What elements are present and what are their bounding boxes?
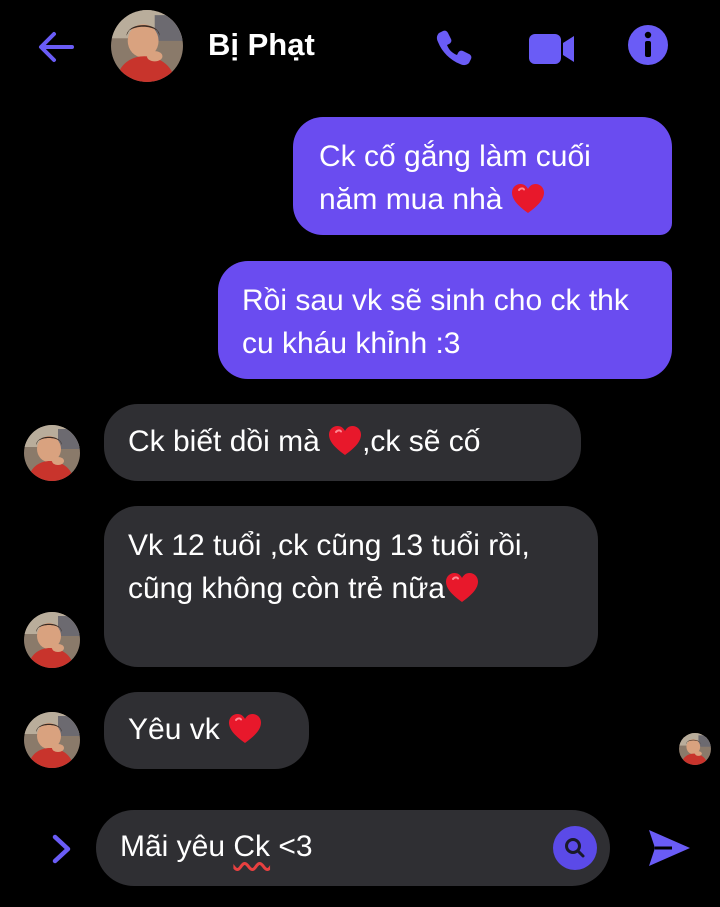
heart-emoji-icon [511,183,545,215]
input-text-part: Mãi yêu [120,830,234,863]
heart-emoji-icon [445,572,479,604]
message-text: Ck biết dồi mà [128,425,329,458]
info-icon[interactable] [627,24,669,66]
avatar[interactable] [24,425,80,481]
chat-header: Bị Phạt [0,0,720,95]
phone-icon[interactable] [434,26,476,68]
avatar[interactable] [24,612,80,668]
contact-name[interactable]: Bị Phạt [208,27,315,63]
message-bubble-incoming[interactable]: Vk 12 tuổi ,ck cũng 13 tuổi rồi, cũng kh… [104,506,598,667]
message-text: Ck cố gắng làm cuối năm mua nhà [319,140,591,216]
input-text-part: <3 [270,830,313,863]
message-text: ,ck sẽ cố [362,425,481,458]
misspelled-word[interactable]: Ck [233,830,270,863]
seen-indicator-avatar [679,733,711,765]
message-bubble-incoming[interactable]: Yêu vk [104,692,309,769]
message-input-text[interactable]: Mãi yêu Ck <3 [120,830,313,864]
message-bubble-outgoing[interactable]: Rồi sau vk sẽ sinh cho ck thk cu kháu kh… [218,261,672,379]
avatar[interactable] [111,10,183,82]
message-bubble-outgoing[interactable]: Ck cố gắng làm cuối năm mua nhà [293,117,672,235]
message-text: Yêu vk [128,713,229,746]
avatar[interactable] [24,712,80,768]
arrow-left-icon[interactable] [36,27,76,67]
send-icon[interactable] [646,826,692,870]
message-bubble-incoming[interactable]: Ck biết dồi mà ,ck sẽ cố [104,404,581,481]
chevron-right-icon[interactable] [48,832,76,866]
search-icon [565,838,585,858]
message-input[interactable]: Mãi yêu Ck <3 [96,810,610,886]
message-text: Rồi sau vk sẽ sinh cho ck thk cu kháu kh… [242,284,629,360]
heart-emoji-icon [328,425,362,457]
video-camera-icon[interactable] [527,28,577,70]
search-button[interactable] [553,826,597,870]
heart-emoji-icon [228,713,262,745]
